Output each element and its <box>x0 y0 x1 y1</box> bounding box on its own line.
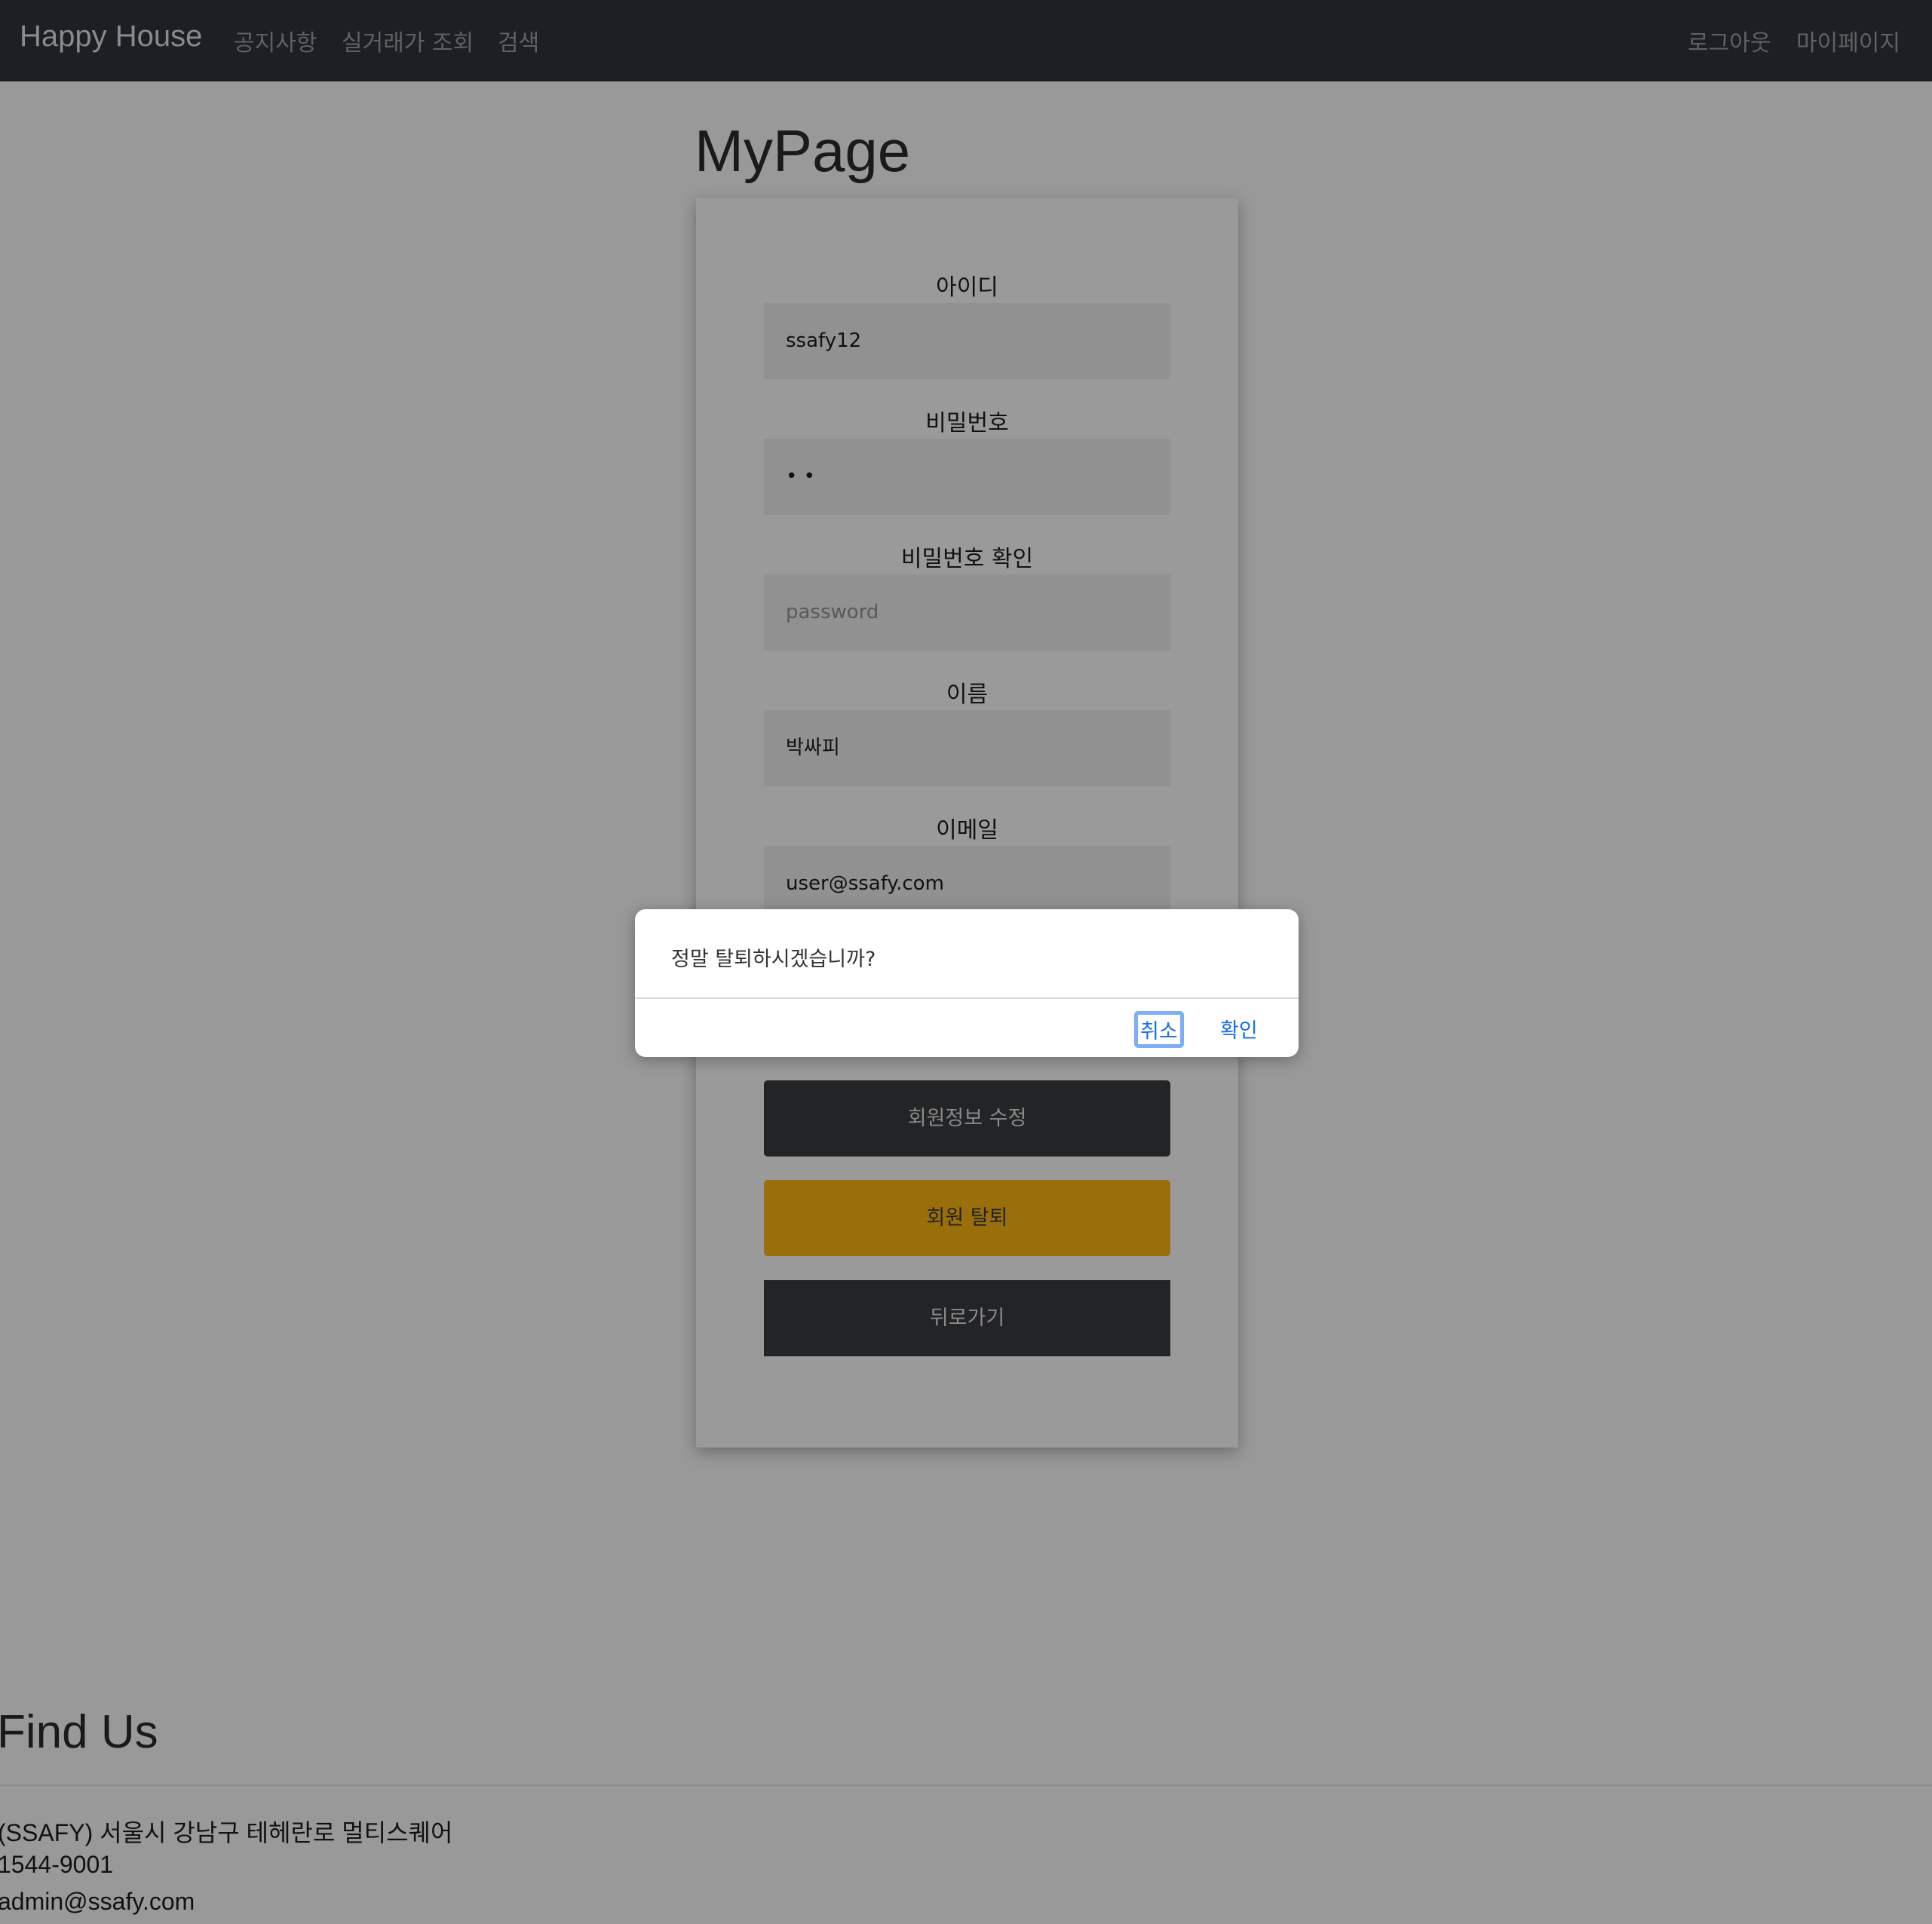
back-button[interactable]: 뒤로가기 <box>764 1280 1170 1356</box>
nav-mypage[interactable]: 마이페이지 <box>1796 24 1900 57</box>
nav-transactions[interactable]: 실거래가 조회 <box>342 24 474 57</box>
footer-title: Find Us <box>0 1706 158 1758</box>
name-label: 이름 <box>946 682 989 708</box>
password-input[interactable]: • • <box>764 439 1170 515</box>
navbar: Happy House 공지사항 실거래가 조회 검색 로그아웃 마이페이지 <box>0 0 1932 81</box>
nav-search[interactable]: 검색 <box>498 24 539 57</box>
password-confirm-label: 비밀번호 확인 <box>900 546 1034 572</box>
footer-phone: 1544-9001 <box>0 1851 114 1878</box>
page-title: MyPage <box>695 118 911 184</box>
nav-logout[interactable]: 로그아웃 <box>1688 24 1771 57</box>
password-confirm-input[interactable]: password <box>764 574 1170 651</box>
cancel-button[interactable]: 취소 <box>1134 1011 1184 1048</box>
update-button[interactable]: 회원정보 수정 <box>764 1080 1170 1157</box>
footer-address: (SSAFY) 서울시 강남구 테헤란로 멀티스퀘어 <box>0 1819 453 1846</box>
email-label: 이메일 <box>936 817 998 844</box>
password-label: 비밀번호 <box>925 410 1009 437</box>
footer-divider <box>0 1785 1932 1786</box>
dialog-divider <box>635 997 1299 999</box>
dialog-message: 정말 탈퇴하시겠습니까? <box>671 948 876 971</box>
id-input[interactable]: ssafy12 <box>764 303 1170 379</box>
confirm-button[interactable]: 확인 <box>1216 1011 1262 1046</box>
brand-link[interactable]: Happy House <box>20 20 202 54</box>
withdraw-button[interactable]: 회원 탈퇴 <box>764 1180 1170 1256</box>
footer-email: admin@ssafy.com <box>0 1888 195 1915</box>
id-label: 아이디 <box>936 274 998 301</box>
name-input[interactable]: 박싸피 <box>764 710 1170 786</box>
nav-notice[interactable]: 공지사항 <box>234 24 317 57</box>
confirm-dialog: 정말 탈퇴하시겠습니까? 취소 확인 <box>635 909 1299 1057</box>
